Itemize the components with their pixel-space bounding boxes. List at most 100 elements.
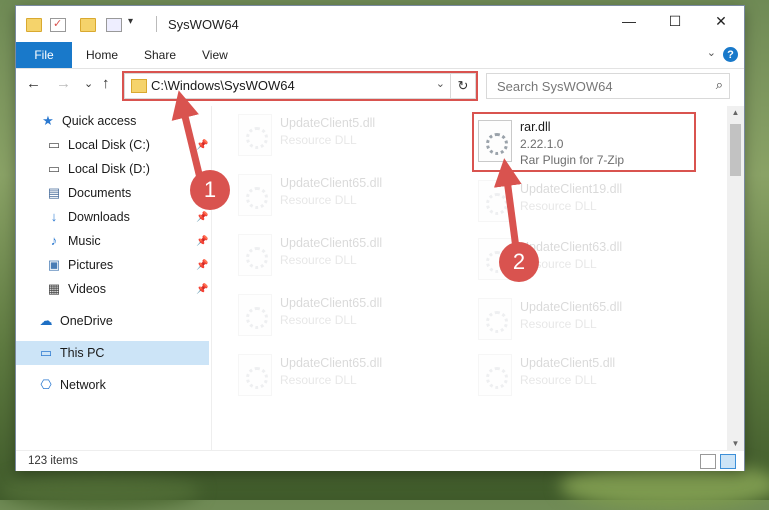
list-item[interactable]: UpdateClient65.dll Resource DLL <box>232 288 452 342</box>
dll-file-icon <box>478 180 512 222</box>
download-icon: ↓ <box>50 209 58 224</box>
dll-file-icon <box>478 298 512 340</box>
file-description: Resource DLL <box>520 199 597 213</box>
sidebar-item-onedrive[interactable]: ☁ OneDrive <box>16 309 211 333</box>
sidebar-item-pictures[interactable]: ▣ Pictures 📌 <box>16 253 211 277</box>
sidebar-item-network[interactable]: ⎔ Network <box>16 373 211 397</box>
computer-icon: ▭ <box>39 345 53 360</box>
details-view-icon[interactable] <box>700 454 716 469</box>
chevron-down-icon[interactable]: ▾ <box>128 16 142 28</box>
sidebar-item-documents[interactable]: ▤ Documents 📌 <box>16 181 211 205</box>
dll-file-icon <box>238 234 272 276</box>
sidebar-item-label: This PC <box>60 346 105 360</box>
pin-icon[interactable]: 📌 <box>196 284 208 295</box>
file-description: Resource DLL <box>520 317 597 331</box>
expand-ribbon-icon[interactable]: ⌄ <box>707 46 716 59</box>
sidebar-item-label: Documents <box>68 186 132 200</box>
title-bar: ✓ ▾ SysWOW64 — ☐ ✕ <box>16 6 744 42</box>
sidebar-item-this-pc[interactable]: ▭ This PC <box>16 341 209 365</box>
dll-file-icon <box>238 174 272 216</box>
scroll-up-icon[interactable]: ▲ <box>727 108 744 117</box>
search-placeholder: Search SysWOW64 <box>497 79 613 94</box>
new-folder-icon[interactable] <box>80 18 96 32</box>
network-icon: ⎔ <box>40 377 52 392</box>
scroll-down-icon[interactable]: ▼ <box>727 439 744 448</box>
sidebar-item-label: Videos <box>68 282 106 296</box>
sidebar-item-music[interactable]: ♪ Music 📌 <box>16 229 211 253</box>
music-icon: ♪ <box>50 233 58 248</box>
list-item[interactable]: UpdateClient65.dll Resource DLL <box>232 348 452 402</box>
list-item[interactable]: UpdateClient65.dll Resource DLL <box>232 228 452 282</box>
search-input[interactable]: Search SysWOW64 ⌕ <box>486 73 730 99</box>
star-icon: ★ <box>42 113 54 128</box>
close-button[interactable]: ✕ <box>698 6 744 36</box>
step-badge-2: 2 <box>499 242 539 282</box>
sidebar-item-label: Music <box>68 234 101 248</box>
customize-icon[interactable] <box>106 18 122 32</box>
sidebar-item-label: Quick access <box>62 114 137 128</box>
list-item[interactable]: UpdateClient65.dll Resource DLL <box>472 292 692 346</box>
file-name: UpdateClient65.dll <box>520 300 623 314</box>
folder-icon <box>26 18 42 32</box>
sidebar-item-downloads[interactable]: ↓ Downloads 📌 <box>16 205 211 229</box>
pin-icon[interactable]: 📌 <box>196 140 208 151</box>
forward-button[interactable]: → <box>56 75 71 92</box>
dll-file-icon <box>238 114 272 156</box>
pin-icon[interactable]: 📌 <box>196 260 208 271</box>
list-item[interactable]: UpdateClient5.dll Resource DLL <box>232 108 452 162</box>
list-item[interactable]: UpdateClient19.dll Resource DLL <box>472 174 692 228</box>
pin-icon[interactable]: 📌 <box>196 236 208 247</box>
sidebar-item-label: Downloads <box>68 210 130 224</box>
file-description: Resource DLL <box>280 133 357 147</box>
file-name: UpdateClient65.dll <box>280 176 383 190</box>
sidebar-item-label: Network <box>60 378 106 392</box>
maximize-button[interactable]: ☐ <box>652 6 698 36</box>
back-button[interactable]: ← <box>26 75 41 92</box>
file-description: Resource DLL <box>280 373 357 387</box>
tab-home[interactable]: Home <box>86 42 118 68</box>
videos-icon: ▦ <box>47 281 61 296</box>
properties-icon[interactable]: ✓ <box>50 18 66 32</box>
pin-icon[interactable]: 📌 <box>196 212 208 223</box>
status-bar: 123 items <box>16 450 744 471</box>
file-name: UpdateClient5.dll <box>520 356 616 370</box>
title-separator <box>156 16 157 32</box>
sidebar-item-local-disk-d[interactable]: ▭ Local Disk (D:) <box>16 157 211 181</box>
cloud-icon: ☁ <box>39 313 53 328</box>
drive-icon: ▭ <box>47 137 61 152</box>
tab-view[interactable]: View <box>202 42 228 68</box>
up-button[interactable]: ↑ <box>102 75 110 92</box>
file-description: Resource DLL <box>280 253 357 267</box>
highlighted-file-rar-dll[interactable]: rar.dll 2.22.1.0 Rar Plugin for 7-Zip <box>472 112 696 172</box>
minimize-button[interactable]: — <box>606 6 652 36</box>
list-item[interactable]: UpdateClient65.dll Resource DLL <box>232 168 452 222</box>
recent-locations-button[interactable]: ⌄ <box>84 77 93 90</box>
tab-share[interactable]: Share <box>144 42 176 68</box>
help-icon[interactable]: ? <box>723 47 738 62</box>
dll-file-icon <box>238 294 272 336</box>
vertical-scrollbar[interactable]: ▲ ▼ <box>727 106 744 450</box>
file-description: Resource DLL <box>280 313 357 327</box>
step-badge-1: 1 <box>190 170 230 210</box>
file-name: UpdateClient65.dll <box>280 296 383 310</box>
ribbon-tabs: File Home Share View ⌄ ? <box>16 42 744 69</box>
dll-file-icon <box>478 354 512 396</box>
sidebar-item-local-disk-c[interactable]: ▭ Local Disk (C:) 📌 <box>16 133 211 157</box>
file-version: 2.22.1.0 <box>520 137 564 151</box>
scrollbar-thumb[interactable] <box>730 124 741 176</box>
search-icon[interactable]: ⌕ <box>716 77 723 93</box>
list-item[interactable]: UpdateClient5.dll Resource DLL <box>472 348 692 402</box>
file-name: rar.dll <box>520 120 551 134</box>
file-name: UpdateClient65.dll <box>280 236 383 250</box>
explorer-window: ✓ ▾ SysWOW64 — ☐ ✕ File Home Share View … <box>16 6 744 471</box>
tab-file[interactable]: File <box>16 42 72 68</box>
file-list: UpdateClient5.dll Resource DLL UpdateCli… <box>212 106 724 450</box>
address-highlight-box <box>122 71 478 101</box>
sidebar-item-quick-access[interactable]: ★ Quick access <box>16 109 211 133</box>
sidebar-item-videos[interactable]: ▦ Videos 📌 <box>16 277 211 301</box>
sidebar-item-label: Local Disk (C:) <box>68 138 150 152</box>
large-icons-view-icon[interactable] <box>720 454 736 469</box>
file-description: Rar Plugin for 7-Zip <box>520 153 625 167</box>
dll-file-icon <box>478 120 512 162</box>
navigation-pane: ★ Quick access ▭ Local Disk (C:) 📌 ▭ Loc… <box>16 106 212 450</box>
